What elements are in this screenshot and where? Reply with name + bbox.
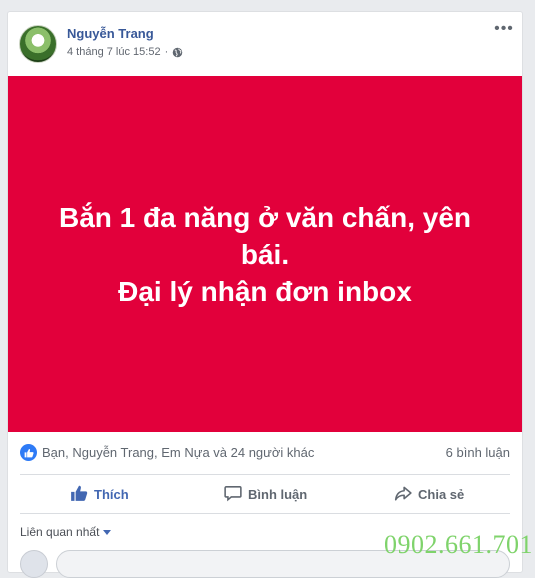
comment-button[interactable]: Bình luận [224,476,307,512]
post-header: Nguyễn Trang 4 tháng 7 lúc 15:52 · ••• [8,12,522,76]
like-reaction-icon[interactable] [20,444,37,461]
speech-bubble-icon [224,484,242,505]
sort-label: Liên quan nhất [20,525,100,539]
reaction-stats: Bạn, Nguyễn Trang, Em Nựa và 24 người kh… [8,432,522,474]
post-card: Nguyễn Trang 4 tháng 7 lúc 15:52 · ••• B… [7,11,523,578]
author-name[interactable]: Nguyễn Trang [67,26,154,41]
post-actions: Thích Bình luận Chia sẻ [8,476,522,512]
divider [20,474,510,475]
comments-count[interactable]: 6 bình luận [446,445,510,460]
meta-separator: · [164,46,169,58]
share-label: Chia sẻ [418,486,465,502]
post-meta: 4 tháng 7 lúc 15:52 · [67,46,183,58]
comment-sort-dropdown[interactable]: Liên quan nhất [20,525,112,539]
phone-watermark: 0902.661.701 [384,530,533,559]
like-label: Thích [94,486,129,502]
reactions-summary[interactable]: Bạn, Nguyễn Trang, Em Nựa và 24 người kh… [42,445,314,460]
author-avatar[interactable] [19,25,57,63]
share-button[interactable]: Chia sẻ [394,476,464,512]
thumbs-up-icon [70,484,88,505]
more-options-icon[interactable]: ••• [494,21,514,39]
commenter-avatar [20,550,48,578]
caret-down-icon [103,529,112,535]
globe-icon[interactable] [172,47,183,58]
share-arrow-icon [394,484,412,505]
divider [20,513,510,514]
like-button[interactable]: Thích [70,476,129,512]
post-timestamp[interactable]: 4 tháng 7 lúc 15:52 [67,46,161,58]
post-banner[interactable]: Bắn 1 đa năng ở văn chấn, yên bái. Đại l… [8,76,522,432]
comment-label: Bình luận [248,486,308,502]
banner-text: Bắn 1 đa năng ở văn chấn, yên bái. Đại l… [58,201,471,307]
